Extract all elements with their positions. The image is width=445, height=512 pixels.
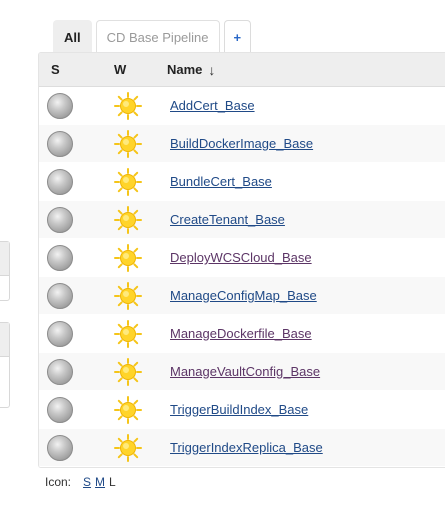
weather-column-header[interactable]: W <box>105 62 167 77</box>
sunny-weather-icon <box>113 167 167 197</box>
weather-cell <box>105 243 167 273</box>
table-row: TriggerBuildIndex_Base <box>39 391 445 429</box>
sunny-weather-icon <box>113 129 167 159</box>
job-link[interactable]: BuildDockerImage_Base <box>170 136 313 151</box>
grey-ball-icon <box>47 92 73 119</box>
name-cell: ManageDockerfile_Base <box>167 326 312 341</box>
icon-size-medium-link[interactable]: M <box>95 475 105 489</box>
job-link[interactable]: ManageVaultConfig_Base <box>170 364 320 379</box>
grey-ball-icon <box>47 130 73 157</box>
name-cell: ManageVaultConfig_Base <box>167 364 320 379</box>
grey-ball-icon <box>47 168 73 195</box>
grey-ball-icon <box>47 206 73 233</box>
sunny-weather-icon <box>113 433 167 463</box>
weather-cell <box>105 357 167 387</box>
sunny-weather-icon <box>113 205 167 235</box>
sunny-weather-icon <box>113 91 167 121</box>
grey-ball-icon <box>47 282 73 309</box>
job-link[interactable]: DeployWCSCloud_Base <box>170 250 312 265</box>
table-row: BuildDockerImage_Base <box>39 125 445 163</box>
view-tabs: All CD Base Pipeline + <box>53 20 255 53</box>
side-panel-fragment <box>0 241 10 301</box>
name-cell: DeployWCSCloud_Base <box>167 250 312 265</box>
icon-size-legend: Icon: S M L <box>45 475 120 489</box>
grey-ball-icon <box>47 434 73 461</box>
status-cell <box>39 358 105 385</box>
name-cell: ManageConfigMap_Base <box>167 288 317 303</box>
job-table: S W Name ↓ AddCert_Base BuildDockerImage_… <box>38 52 445 468</box>
name-cell: BundleCert_Base <box>167 174 272 189</box>
icon-size-large-current: L <box>109 475 116 489</box>
table-row: CreateTenant_Base <box>39 201 445 239</box>
sunny-weather-icon <box>113 281 167 311</box>
name-cell: TriggerIndexReplica_Base <box>167 440 323 455</box>
add-view-button[interactable]: + <box>223 20 252 53</box>
name-cell: AddCert_Base <box>167 98 255 113</box>
side-panel-header <box>0 323 9 357</box>
icon-size-label: Icon: <box>45 475 72 489</box>
status-cell <box>39 130 105 157</box>
status-cell <box>39 168 105 195</box>
weather-cell <box>105 91 167 121</box>
weather-cell <box>105 129 167 159</box>
table-body: AddCert_Base BuildDockerImage_Base BundleC… <box>39 87 445 467</box>
status-cell <box>39 434 105 461</box>
name-cell: CreateTenant_Base <box>167 212 285 227</box>
grey-ball-icon <box>47 358 73 385</box>
weather-cell <box>105 281 167 311</box>
job-link[interactable]: CreateTenant_Base <box>170 212 285 227</box>
job-link[interactable]: BundleCert_Base <box>170 174 272 189</box>
tab-cd-base-pipeline[interactable]: CD Base Pipeline <box>95 20 220 53</box>
sunny-weather-icon <box>113 357 167 387</box>
status-cell <box>39 206 105 233</box>
table-row: DeployWCSCloud_Base <box>39 239 445 277</box>
grey-ball-icon <box>47 396 73 423</box>
table-row: ManageConfigMap_Base <box>39 277 445 315</box>
table-row: ManageDockerfile_Base <box>39 315 445 353</box>
status-cell <box>39 396 105 423</box>
weather-cell <box>105 319 167 349</box>
grey-ball-icon <box>47 244 73 271</box>
name-cell: TriggerBuildIndex_Base <box>167 402 308 417</box>
sunny-weather-icon <box>113 319 167 349</box>
status-cell <box>39 320 105 347</box>
side-panel-fragment <box>0 322 10 408</box>
table-row: TriggerIndexReplica_Base <box>39 429 445 467</box>
sort-descending-icon: ↓ <box>208 61 216 78</box>
name-column-label: Name <box>167 62 203 77</box>
name-column-header[interactable]: Name ↓ <box>167 62 215 78</box>
weather-cell <box>105 395 167 425</box>
weather-cell <box>105 433 167 463</box>
icon-size-small-link[interactable]: S <box>83 475 91 489</box>
job-link[interactable]: TriggerIndexReplica_Base <box>170 440 323 455</box>
table-header: S W Name ↓ <box>39 53 445 87</box>
table-row: ManageVaultConfig_Base <box>39 353 445 391</box>
status-cell <box>39 282 105 309</box>
status-cell <box>39 92 105 119</box>
weather-cell <box>105 167 167 197</box>
table-row: BundleCert_Base <box>39 163 445 201</box>
status-cell <box>39 244 105 271</box>
table-row: AddCert_Base <box>39 87 445 125</box>
side-panel-header <box>0 242 9 276</box>
job-link[interactable]: ManageDockerfile_Base <box>170 326 312 341</box>
grey-ball-icon <box>47 320 73 347</box>
weather-cell <box>105 205 167 235</box>
job-link[interactable]: ManageConfigMap_Base <box>170 288 317 303</box>
tab-all[interactable]: All <box>53 20 92 53</box>
status-column-header[interactable]: S <box>39 62 105 77</box>
sunny-weather-icon <box>113 243 167 273</box>
name-cell: BuildDockerImage_Base <box>167 136 313 151</box>
sunny-weather-icon <box>113 395 167 425</box>
job-link[interactable]: AddCert_Base <box>170 98 255 113</box>
job-link[interactable]: TriggerBuildIndex_Base <box>170 402 308 417</box>
